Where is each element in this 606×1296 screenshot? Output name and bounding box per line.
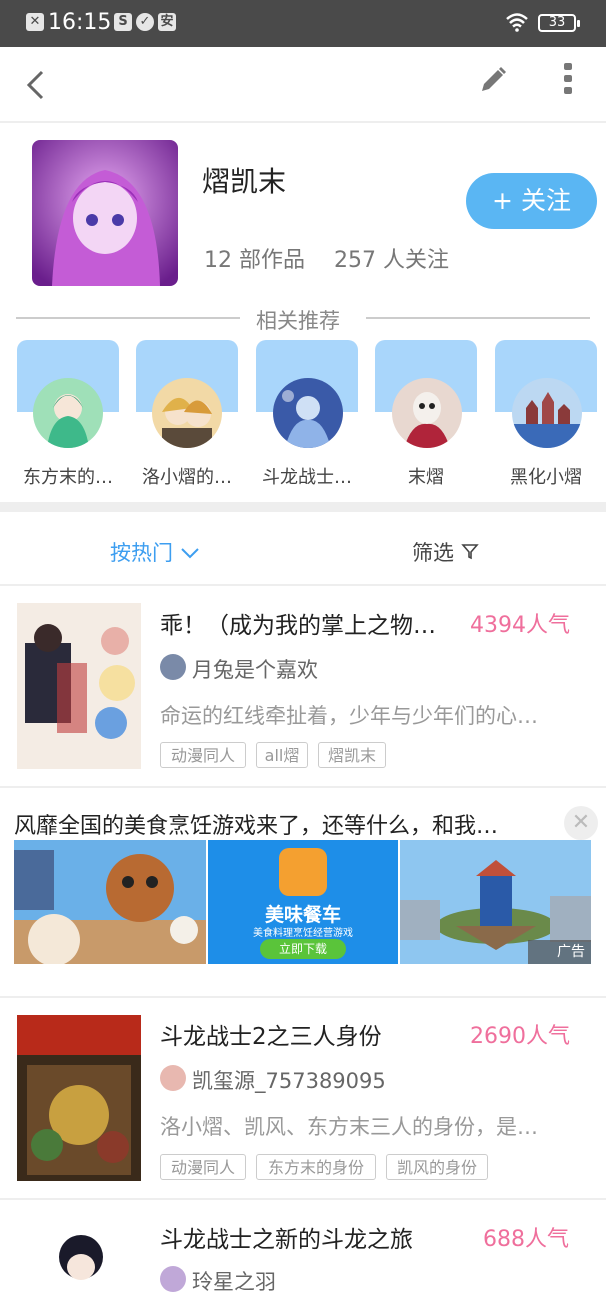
- status-time: 16:15: [48, 10, 112, 35]
- works-count: 12 部作品: [204, 248, 305, 273]
- recommend-name[interactable]: 洛小熠的…: [128, 463, 246, 489]
- app-notification-icon-2: 安: [158, 13, 176, 31]
- chevron-down-icon: [180, 548, 199, 559]
- recommend-name[interactable]: 末熠: [367, 463, 485, 489]
- divider: [0, 996, 606, 998]
- recommend-name[interactable]: 黑化小熠: [487, 463, 605, 489]
- work-description: 命运的红线牵扯着，少年与少年们的心…: [160, 704, 538, 728]
- work-tag[interactable]: 东方末的身份: [256, 1154, 376, 1180]
- work-tag[interactable]: 凯风的身份: [386, 1154, 488, 1180]
- author-avatar: [160, 1065, 186, 1091]
- status-bar: ✕ 16:15 S ✓ 安 33: [0, 0, 606, 47]
- ad-image[interactable]: [14, 840, 206, 964]
- ad-image[interactable]: 美味餐车 美食料理烹饪经营游戏 立即下载: [208, 840, 398, 964]
- work-cover[interactable]: [17, 1217, 141, 1280]
- battery-icon: 33: [538, 14, 580, 32]
- work-cover[interactable]: [17, 1015, 141, 1181]
- recommend-avatar[interactable]: [512, 378, 582, 448]
- profile-stats: 12 部作品 257 人关注: [204, 242, 471, 274]
- game-icon: [279, 848, 327, 896]
- filter-label: 筛选: [412, 541, 454, 565]
- section-divider: [0, 502, 606, 512]
- profile-avatar: [32, 140, 178, 286]
- filter-icon: [460, 544, 479, 560]
- work-tag[interactable]: 动漫同人: [160, 1154, 246, 1180]
- recommend-name[interactable]: 斗龙战士…: [248, 463, 366, 489]
- check-icon: ✓: [136, 13, 154, 31]
- top-nav: [0, 47, 606, 123]
- work-cover[interactable]: [17, 603, 141, 769]
- work-popularity: 4394人气: [470, 613, 570, 638]
- divider: [0, 1198, 606, 1200]
- sort-dropdown[interactable]: 按热门: [110, 537, 200, 567]
- divider: [0, 584, 606, 586]
- divider: [0, 786, 606, 788]
- close-icon[interactable]: ✕: [564, 806, 598, 840]
- profile-name: 熠凯末: [202, 165, 287, 198]
- work-tag[interactable]: all熠: [256, 742, 308, 768]
- filter-button[interactable]: 筛选: [412, 537, 479, 567]
- work-title[interactable]: 斗龙战士2之三人身份: [160, 1017, 382, 1051]
- ad-download-button[interactable]: 立即下载: [260, 939, 346, 959]
- work-author[interactable]: 月兔是个嘉欢: [192, 654, 318, 684]
- followers-count: 257 人关注: [334, 248, 449, 273]
- recommend-name[interactable]: 东方末的…: [9, 463, 127, 489]
- work-popularity: 688人气: [483, 1227, 569, 1252]
- work-title[interactable]: 乖！（成为我的掌上之物…: [160, 606, 436, 640]
- work-popularity: 2690人气: [470, 1024, 570, 1049]
- recommend-avatar[interactable]: [273, 378, 343, 448]
- work-description: 洛小熠、凯风、东方末三人的身份，是…: [160, 1115, 538, 1139]
- recommend-avatar[interactable]: [392, 378, 462, 448]
- ad-text[interactable]: 风靡全国的美食烹饪游戏来了，还等什么，和我…: [14, 808, 498, 840]
- author-avatar: [160, 1266, 186, 1292]
- back-icon[interactable]: [24, 69, 46, 101]
- edit-icon[interactable]: [478, 65, 508, 95]
- app-notification-icon: S: [114, 13, 132, 31]
- wifi-icon: [506, 13, 528, 32]
- work-title[interactable]: 斗龙战士之新的斗龙之旅: [160, 1220, 413, 1254]
- ad-game-sub: 美食料理烹饪经营游戏: [253, 928, 353, 939]
- follow-button[interactable]: + 关注: [466, 173, 597, 229]
- ad-image[interactable]: 广告: [400, 840, 591, 964]
- recommend-avatar[interactable]: [152, 378, 222, 448]
- work-tag[interactable]: 动漫同人: [160, 742, 246, 768]
- notification-icon: ✕: [26, 13, 44, 31]
- recommend-title: 相关推荐: [256, 309, 340, 333]
- ad-label: 广告: [528, 940, 591, 964]
- work-author[interactable]: 凯玺源_757389095: [192, 1065, 386, 1095]
- sort-label: 按热门: [110, 541, 173, 565]
- ad-game-name: 美味餐车: [264, 904, 341, 926]
- more-icon[interactable]: [561, 61, 575, 97]
- work-tag[interactable]: 熠凯末: [318, 742, 386, 768]
- recommend-avatar[interactable]: [33, 378, 103, 448]
- author-avatar: [160, 654, 186, 680]
- recommend-header: 相关推荐: [0, 305, 606, 333]
- work-author[interactable]: 玲星之羽: [192, 1266, 276, 1296]
